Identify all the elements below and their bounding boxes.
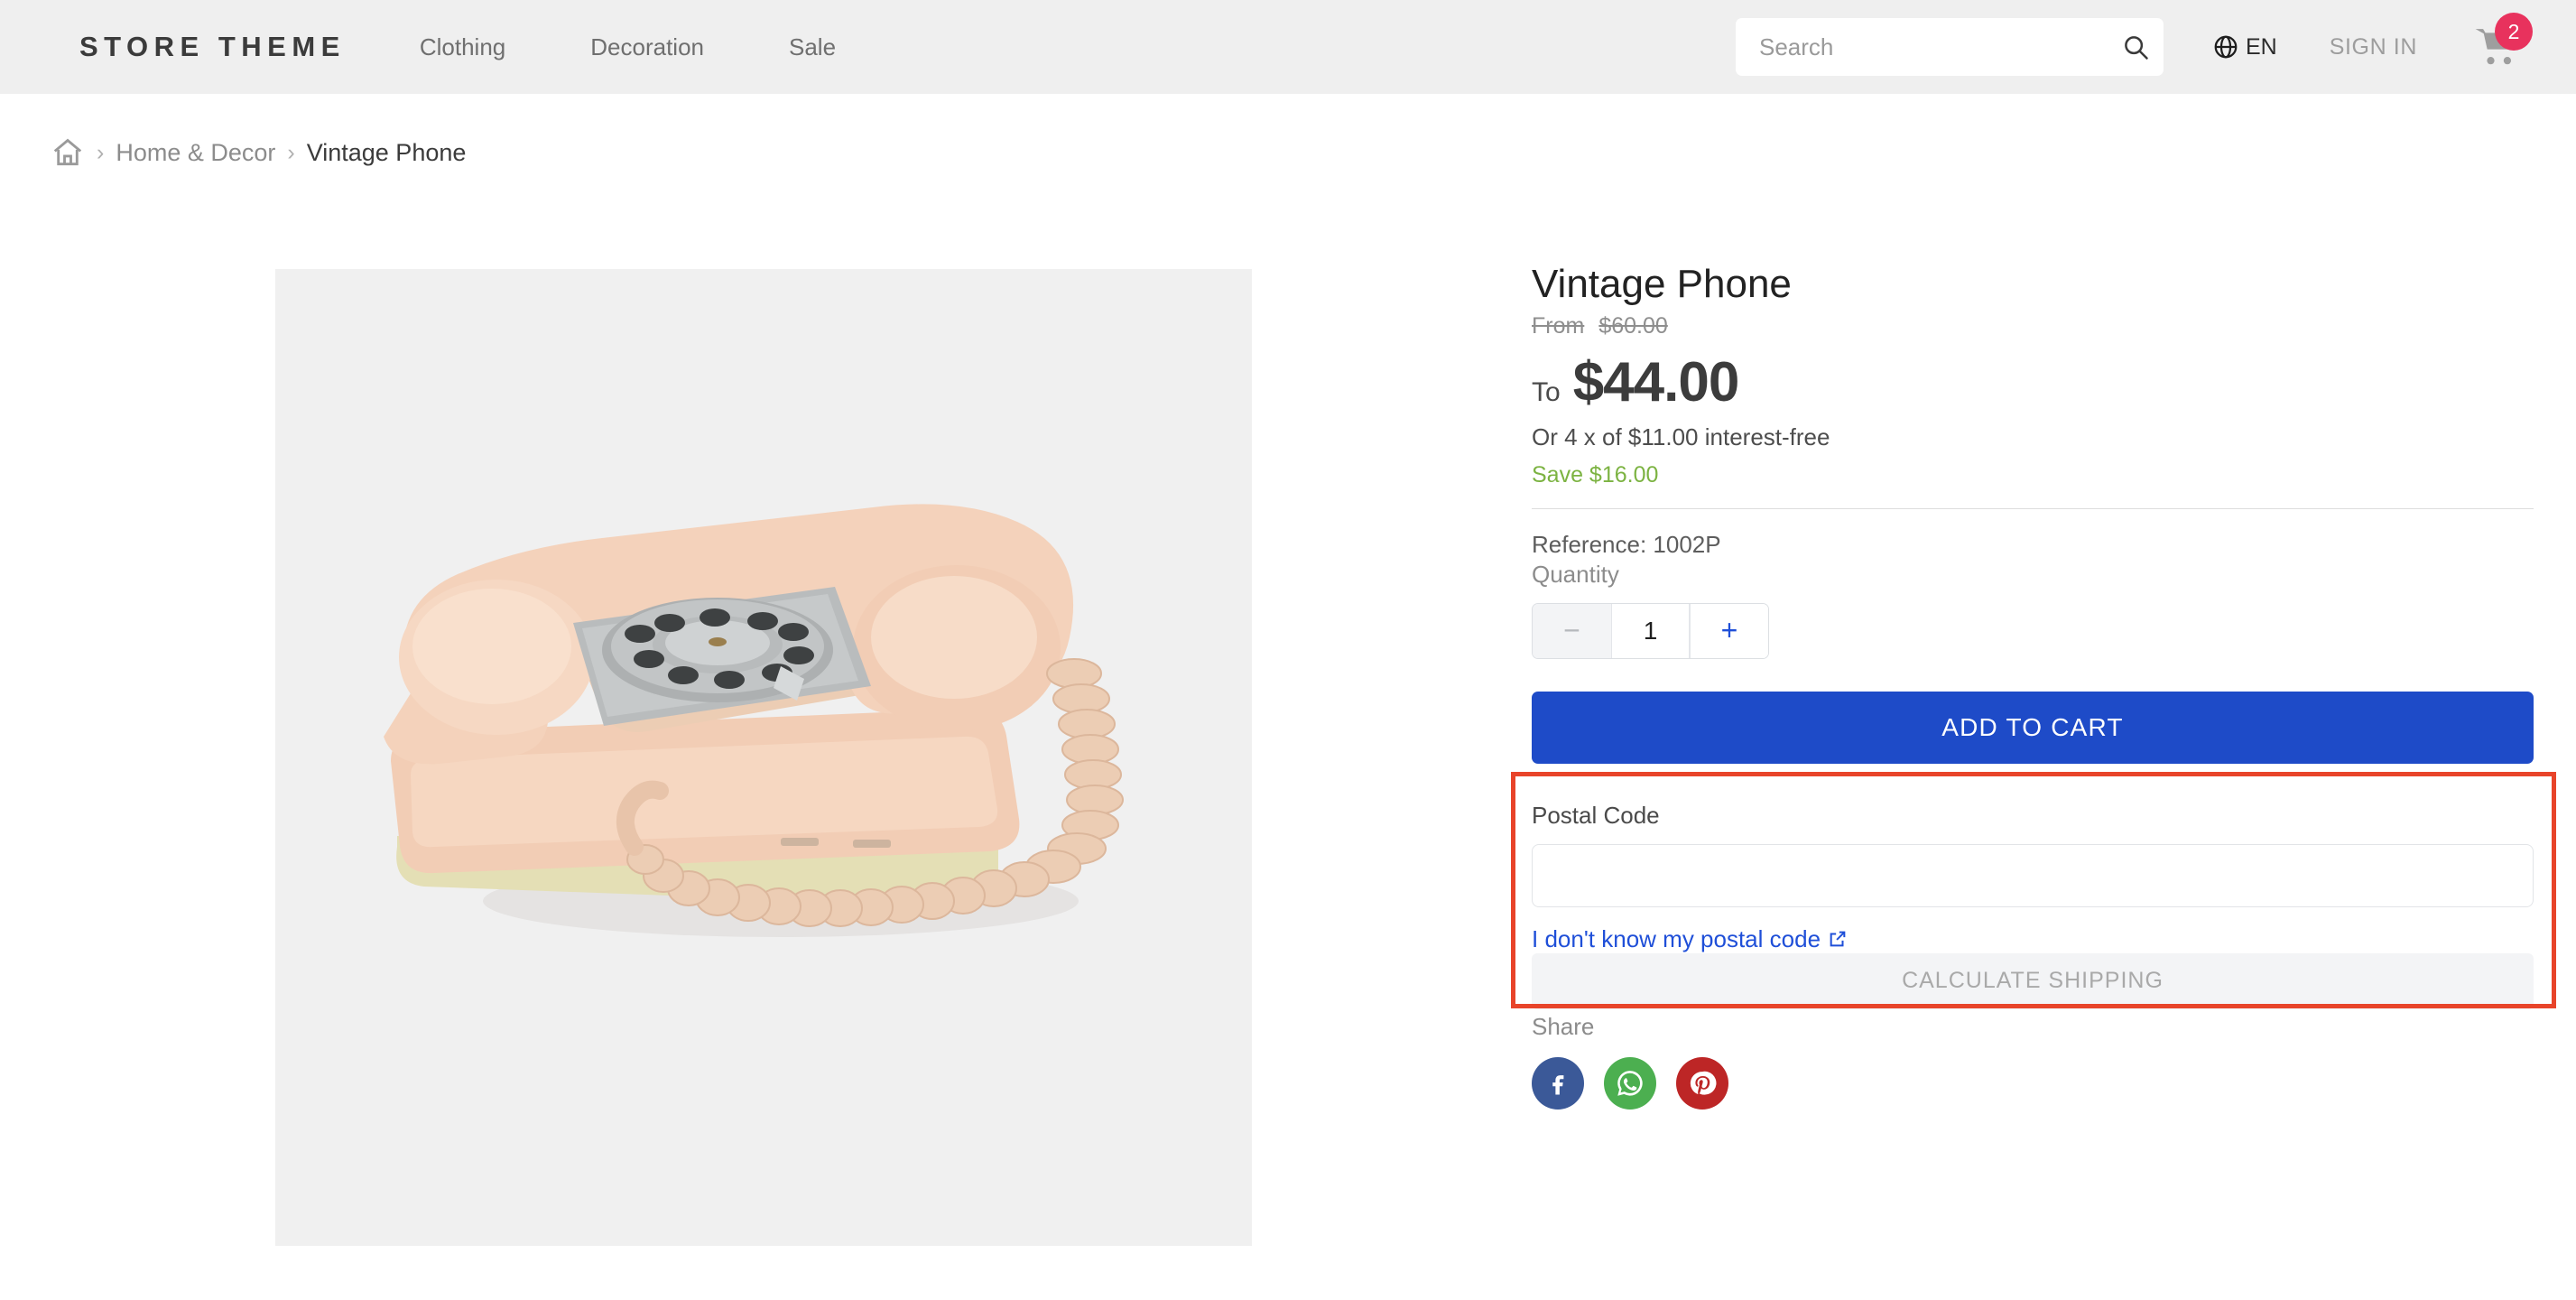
product-reference: Reference: 1002P xyxy=(1532,530,1721,558)
sign-in-button[interactable]: SIGN IN xyxy=(2330,34,2417,60)
savings-text: Save $16.00 xyxy=(1532,461,1659,488)
shipping-calculator: Postal Code I don't know my postal code … xyxy=(1532,802,2534,1009)
main-navigation: Clothing Decoration Sale xyxy=(420,33,921,61)
postal-code-help-link[interactable]: I don't know my postal code xyxy=(1532,925,1848,953)
site-logo[interactable]: STORE THEME xyxy=(79,31,346,63)
nav-item-decoration[interactable]: Decoration xyxy=(590,33,704,61)
calculate-shipping-button[interactable]: CALCULATE SHIPPING xyxy=(1532,952,2534,1009)
product-detail-panel: Vintage Phone From $60.00 To $44.00 Or 4… xyxy=(1532,262,2534,1110)
breadcrumb-item-current: Vintage Phone xyxy=(306,138,467,166)
quantity-decrease-button[interactable]: − xyxy=(1533,603,1611,658)
search-box[interactable] xyxy=(1735,18,2164,76)
price-value: $44.00 xyxy=(1572,350,1740,413)
search-icon[interactable] xyxy=(2122,33,2149,60)
installments-text: Or 4 x of $11.00 interest-free xyxy=(1532,422,1830,450)
external-link-icon xyxy=(1830,931,1846,947)
share-buttons xyxy=(1532,1056,2534,1110)
breadcrumb-separator-2: › xyxy=(287,139,295,165)
postal-code-input[interactable] xyxy=(1532,843,2534,907)
facebook-icon xyxy=(1552,1074,1564,1095)
quantity-stepper[interactable]: − 1 + xyxy=(1532,602,1769,659)
product-title: Vintage Phone xyxy=(1532,262,1792,306)
old-price-value: $60.00 xyxy=(1598,312,1668,339)
breadcrumb: › Home & Decor › Vintage Phone xyxy=(51,135,466,170)
globe-icon xyxy=(2214,35,2238,59)
share-whatsapp-button[interactable] xyxy=(1604,1056,1656,1110)
section-divider xyxy=(1532,507,2534,509)
quantity-value[interactable]: 1 xyxy=(1611,603,1690,658)
price-prefix: To xyxy=(1532,376,1561,407)
product-image[interactable] xyxy=(275,269,1252,1246)
language-selector[interactable]: EN xyxy=(2212,33,2277,60)
share-label: Share xyxy=(1532,1012,1595,1040)
header-actions: EN SIGN IN 2 xyxy=(1735,0,2576,94)
postal-code-help-text: I don't know my postal code xyxy=(1532,924,1821,952)
breadcrumb-item-home-decor[interactable]: Home & Decor xyxy=(116,139,275,167)
current-price-row: To $44.00 xyxy=(1532,350,2534,414)
language-label: EN xyxy=(2245,33,2277,60)
cart-count-badge: 2 xyxy=(2495,13,2533,51)
vintage-phone-illustration xyxy=(275,269,1252,1246)
nav-item-sale[interactable]: Sale xyxy=(789,33,836,61)
quantity-label: Quantity xyxy=(1532,560,1619,588)
old-price-row: From $60.00 xyxy=(1532,313,2534,339)
cart-button[interactable]: 2 xyxy=(2473,13,2533,70)
share-pinterest-button[interactable] xyxy=(1676,1056,1728,1110)
postal-code-label: Postal Code xyxy=(1532,801,1660,829)
old-price-prefix: From xyxy=(1532,312,1585,339)
quantity-increase-button[interactable]: + xyxy=(1690,603,1768,658)
search-input[interactable] xyxy=(1758,32,2122,61)
site-header: STORE THEME Clothing Decoration Sale EN … xyxy=(0,0,2576,94)
whatsapp-icon xyxy=(1617,1070,1643,1096)
breadcrumb-separator-1: › xyxy=(97,139,105,165)
pinterest-icon xyxy=(1690,1071,1717,1095)
home-icon[interactable] xyxy=(51,135,85,170)
add-to-cart-button[interactable]: ADD TO CART xyxy=(1532,691,2534,764)
nav-item-clothing[interactable]: Clothing xyxy=(420,33,505,61)
share-facebook-button[interactable] xyxy=(1532,1056,1584,1110)
